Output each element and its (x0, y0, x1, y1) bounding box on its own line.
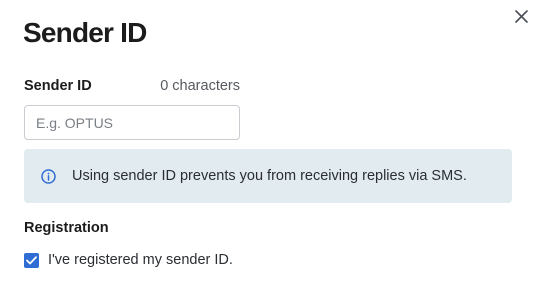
registration-label: Registration (24, 220, 109, 236)
close-button[interactable] (511, 6, 531, 26)
registration-checkbox-row[interactable]: I've registered my sender ID. (24, 252, 233, 268)
registration-checkbox[interactable] (24, 252, 39, 268)
info-icon (40, 168, 57, 185)
close-icon (514, 9, 528, 23)
checkmark-icon (26, 255, 37, 264)
sender-id-input[interactable] (24, 105, 240, 140)
registration-checkbox-label: I've registered my sender ID. (48, 252, 233, 268)
info-banner-text: Using sender ID prevents you from receiv… (72, 168, 467, 184)
info-banner: Using sender ID prevents you from receiv… (24, 149, 512, 203)
sender-id-field-header: Sender ID 0 characters (24, 78, 240, 94)
dialog-title: Sender ID (23, 17, 147, 48)
sender-id-dialog: Sender ID Sender ID 0 characters Using s… (0, 0, 541, 286)
character-count: 0 characters (160, 78, 240, 94)
sender-id-label: Sender ID (24, 78, 92, 94)
